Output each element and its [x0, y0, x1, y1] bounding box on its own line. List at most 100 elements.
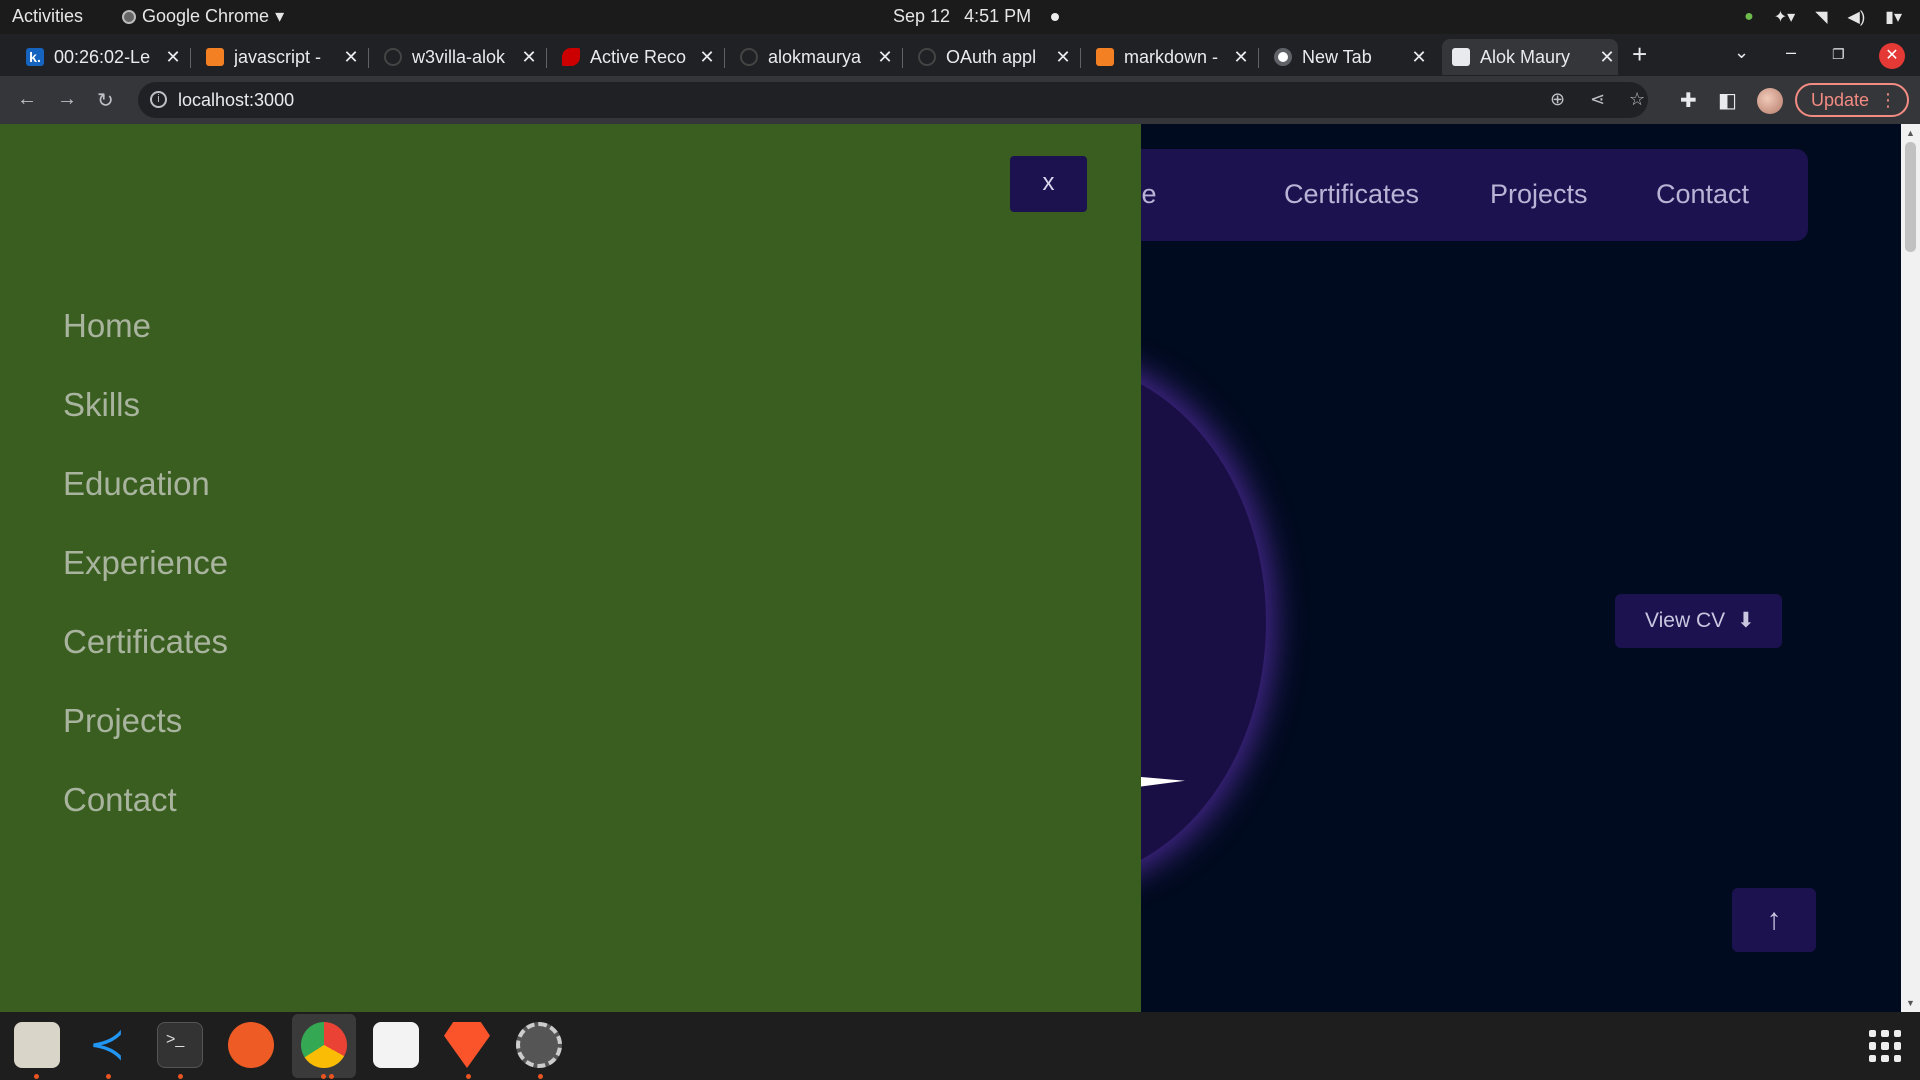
tab-2[interactable]: javascript - ✕ — [196, 39, 362, 75]
site-info-icon[interactable]: i — [150, 91, 167, 108]
tab-7[interactable]: markdown - ✕ — [1086, 39, 1252, 75]
address-bar[interactable]: i localhost:3000 ⊕ ⋖ ☆ — [138, 82, 1648, 118]
scroll-to-top-button[interactable]: ↑ — [1732, 888, 1816, 952]
tab-title: New Tab — [1302, 46, 1372, 67]
running-indicator — [321, 1074, 326, 1079]
close-tab-icon[interactable]: ✕ — [874, 47, 896, 68]
activities-button[interactable]: Activities — [12, 6, 83, 27]
tab-5[interactable]: alokmaurya ✕ — [730, 39, 896, 75]
menu-item-skills[interactable]: Skills — [63, 386, 140, 424]
running-indicator — [329, 1074, 334, 1079]
zoom-icon[interactable]: ⊕ — [1550, 89, 1565, 110]
close-tab-icon[interactable]: ✕ — [340, 47, 362, 68]
share-icon[interactable]: ⋖ — [1590, 89, 1605, 110]
close-window-icon[interactable]: ✕ — [1879, 43, 1905, 69]
menu-item-certificates[interactable]: Certificates — [63, 623, 228, 661]
close-tab-icon[interactable]: ✕ — [1408, 47, 1430, 68]
running-indicator — [466, 1074, 471, 1079]
bookmark-star-icon[interactable]: ☆ — [1629, 89, 1645, 110]
tab-title: Alok Maury — [1480, 46, 1571, 67]
terminal-icon[interactable]: >_ — [157, 1022, 203, 1068]
nav-contact[interactable]: Contact — [1656, 179, 1749, 210]
page-viewport: erience Certificates Projects Contact Vi… — [0, 124, 1920, 1012]
system-tray[interactable]: ● ✦▾ ◥ ◀) ▮▾ — [1744, 7, 1902, 27]
github-icon — [384, 48, 402, 66]
menu-item-home[interactable]: Home — [63, 307, 151, 345]
vscode-icon[interactable]: ≺ — [84, 1022, 130, 1068]
clock[interactable]: Sep 12 4:51 PM — [893, 6, 1060, 27]
view-cv-button[interactable]: View CV ⬇ — [1615, 594, 1782, 648]
running-indicator — [178, 1074, 183, 1079]
time-label: 4:51 PM — [964, 6, 1032, 26]
tab-separator — [1080, 48, 1081, 68]
extensions-puzzle-icon[interactable]: ✚ — [1680, 88, 1697, 113]
app-menu[interactable]: Google Chrome ▾ — [122, 6, 284, 27]
browser-toolbar: ← → ↻ i localhost:3000 ⊕ ⋖ ☆ ✚ ◧ — [0, 76, 1920, 124]
close-tab-icon[interactable]: ✕ — [1052, 47, 1074, 68]
settings-icon[interactable] — [516, 1022, 562, 1068]
tab-8[interactable]: New Tab ✕ — [1264, 39, 1430, 75]
vpn-shield-icon: ● — [1744, 8, 1754, 25]
show-applications-grid-icon[interactable] — [1869, 1030, 1901, 1062]
notification-dot-icon — [1051, 12, 1060, 21]
new-tab-button[interactable]: + — [1632, 39, 1647, 70]
tab-title: 00:26:02-Le — [54, 46, 151, 67]
menu-item-education[interactable]: Education — [63, 465, 210, 503]
nav-certificates[interactable]: Certificates — [1284, 179, 1419, 210]
files-icon[interactable] — [14, 1022, 60, 1068]
tab-separator — [1258, 48, 1259, 68]
tab-1[interactable]: k. 00:26:02-Le ✕ — [16, 39, 184, 75]
menu-item-contact[interactable]: Contact — [63, 781, 177, 819]
stackoverflow-icon — [1096, 48, 1114, 66]
close-tab-icon[interactable]: ✕ — [1230, 47, 1252, 68]
back-arrow-icon[interactable]: ← — [17, 88, 37, 111]
url-text[interactable]: localhost:3000 — [178, 90, 294, 111]
tab-title: Active Reco — [590, 46, 687, 67]
menu-item-projects[interactable]: Projects — [63, 702, 182, 740]
running-indicator — [106, 1074, 111, 1079]
tab-separator — [724, 48, 725, 68]
arrow-up-icon: ↑ — [1766, 903, 1782, 936]
battery-icon: ▮▾ — [1885, 9, 1902, 26]
side-panel-icon[interactable]: ◧ — [1718, 88, 1737, 113]
chevron-down-icon: ▾ — [275, 6, 285, 26]
postman-icon[interactable] — [228, 1022, 274, 1068]
side-menu: x Home Skills Education Experience Certi… — [0, 124, 1141, 1012]
brave-icon[interactable] — [444, 1022, 490, 1068]
tab-title: alokmaurya — [768, 46, 862, 67]
stackoverflow-icon — [206, 48, 224, 66]
tab-title: OAuth appl — [946, 46, 1037, 67]
nav-projects[interactable]: Projects — [1490, 179, 1588, 210]
tab-title: w3villa-alok — [412, 46, 506, 67]
tab-search-chevron-icon[interactable]: ⌄ — [1734, 42, 1749, 63]
restore-icon[interactable]: ❐ — [1832, 46, 1845, 63]
page-scrollbar[interactable]: ▲ ▼ — [1901, 124, 1920, 1012]
archive-icon[interactable] — [373, 1022, 419, 1068]
tab-separator — [190, 48, 191, 68]
scrollbar-thumb[interactable] — [1905, 142, 1916, 252]
reload-icon[interactable]: ↻ — [97, 88, 114, 113]
update-button[interactable]: Update ⋮ — [1795, 83, 1909, 117]
tab-9-active[interactable]: Alok Maury ✕ — [1442, 39, 1618, 75]
menu-item-experience[interactable]: Experience — [63, 544, 228, 582]
running-indicator — [34, 1074, 39, 1079]
tab-3[interactable]: w3villa-alok ✕ — [374, 39, 540, 75]
close-tab-icon[interactable]: ✕ — [518, 47, 540, 68]
close-menu-button[interactable]: x — [1010, 156, 1087, 212]
scroll-up-arrow-icon[interactable]: ▲ — [1906, 128, 1915, 138]
profile-avatar[interactable] — [1757, 88, 1783, 114]
kebab-menu-icon[interactable]: ⋮ — [1879, 85, 1897, 115]
update-label: Update — [1811, 90, 1870, 110]
github-icon — [740, 48, 758, 66]
close-tab-icon[interactable]: ✕ — [1596, 47, 1618, 68]
tab-6[interactable]: OAuth appl ✕ — [908, 39, 1074, 75]
scroll-down-arrow-icon[interactable]: ▼ — [1906, 998, 1915, 1008]
top-navigation: erience Certificates Projects Contact — [1068, 149, 1808, 241]
github-icon — [918, 48, 936, 66]
tab-4[interactable]: Active Reco ✕ — [552, 39, 718, 75]
minimize-icon[interactable]: – — [1786, 42, 1796, 63]
forward-arrow-icon[interactable]: → — [57, 88, 77, 111]
close-tab-icon[interactable]: ✕ — [162, 47, 184, 68]
chrome-icon[interactable] — [301, 1022, 347, 1068]
close-tab-icon[interactable]: ✕ — [696, 47, 718, 68]
